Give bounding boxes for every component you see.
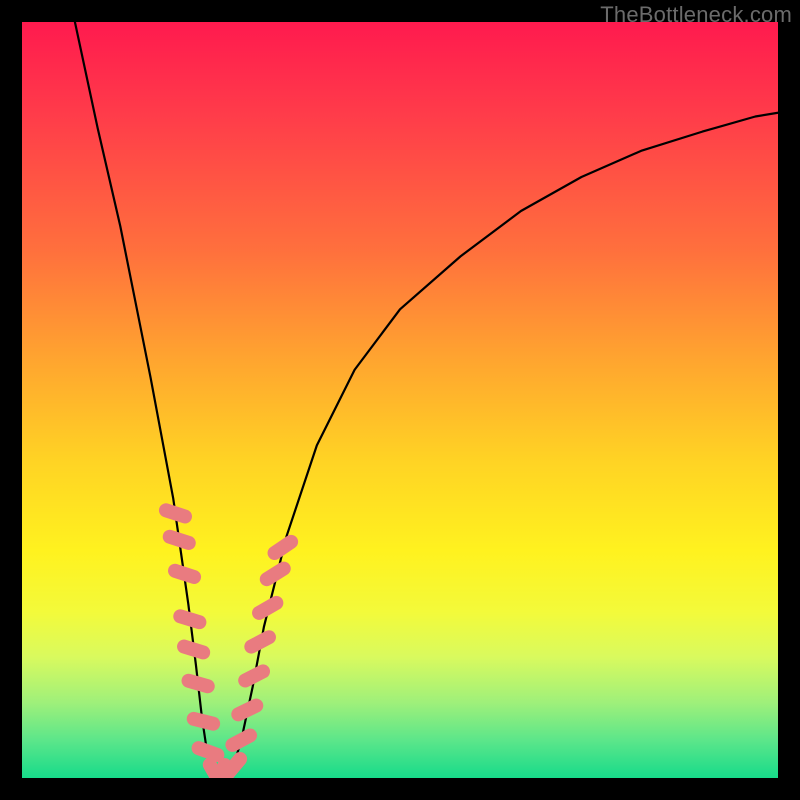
data-marker <box>223 726 260 754</box>
chart-plot-area <box>22 22 778 778</box>
marker-group <box>157 501 301 778</box>
curve-group <box>75 22 778 778</box>
watermark-text: TheBottleneck.com <box>600 2 792 28</box>
chart-frame: TheBottleneck.com <box>0 0 800 800</box>
data-marker <box>236 662 273 690</box>
bottleneck-curve <box>75 22 778 778</box>
data-marker <box>265 532 301 563</box>
chart-svg <box>22 22 778 778</box>
data-marker <box>249 593 285 622</box>
data-marker <box>229 696 266 723</box>
